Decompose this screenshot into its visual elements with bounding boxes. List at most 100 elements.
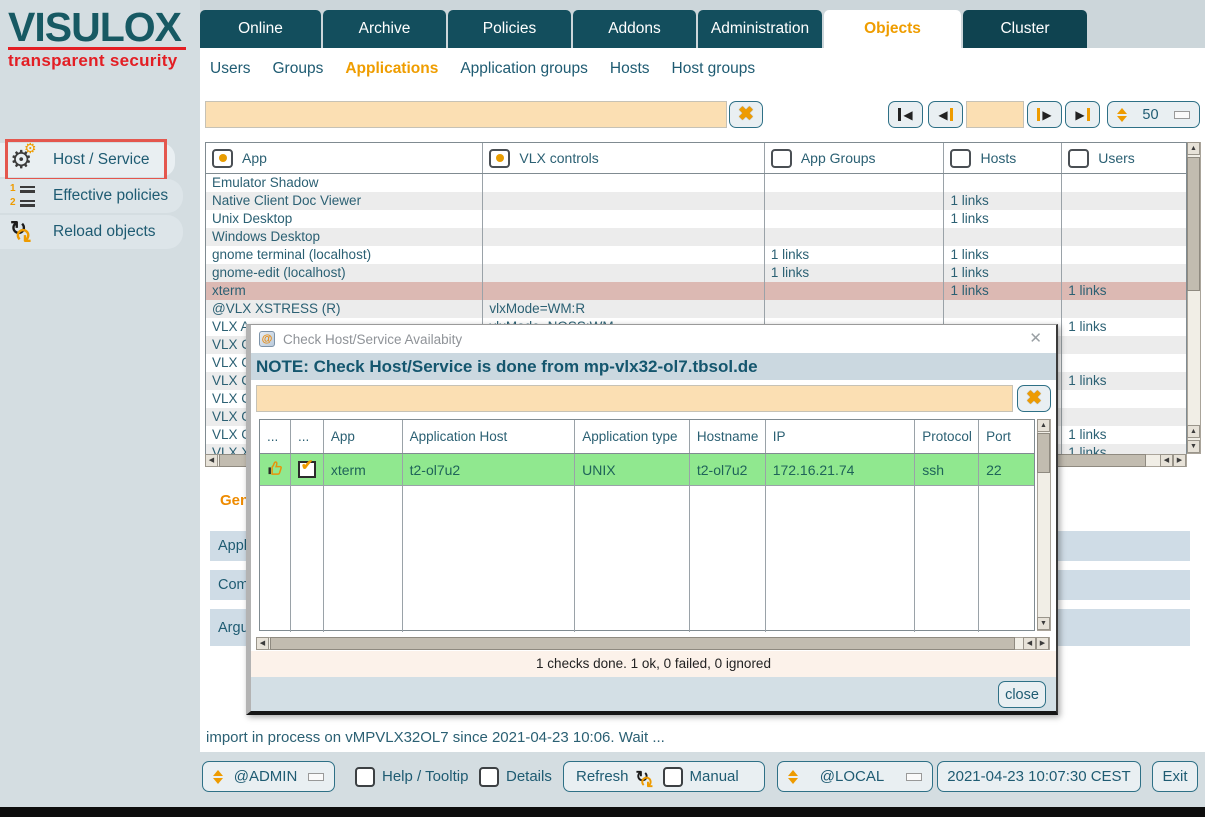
scroll-left-button[interactable]: ◀: [256, 637, 269, 650]
cell-hosts[interactable]: 1 links: [944, 246, 1062, 264]
availability-result-row[interactable]: ✔xtermt2-ol7u2UNIXt2-ol7u2172.16.21.74ss…: [260, 454, 1034, 486]
column-header-vlx-controls[interactable]: VLX controls: [483, 143, 764, 173]
subnav-item-host-groups[interactable]: Host groups: [672, 60, 756, 78]
subnav-item-users[interactable]: Users: [210, 60, 250, 78]
cell-hosts[interactable]: 1 links: [944, 282, 1062, 300]
filled-column-toggle-icon[interactable]: [212, 149, 233, 168]
tab-policies[interactable]: Policies: [448, 10, 571, 48]
tab-addons[interactable]: Addons: [573, 10, 696, 48]
sidebar-item-host-service[interactable]: ⚙⚙Host / Service: [0, 143, 175, 177]
resize-handle-icon: [308, 773, 324, 781]
subnav-item-hosts[interactable]: Hosts: [610, 60, 650, 78]
manual-checkbox[interactable]: [663, 767, 683, 787]
local-scope-select[interactable]: @LOCAL: [777, 761, 933, 792]
scroll-right-button[interactable]: ▶: [1036, 637, 1049, 650]
scroll-down-button[interactable]: ▼: [1037, 617, 1050, 630]
column-label: Users: [1098, 150, 1135, 166]
page-size-select[interactable]: 50: [1107, 101, 1200, 128]
prev-page-button[interactable]: ◀: [928, 101, 963, 128]
scroll-up-button[interactable]: ▲: [1187, 142, 1200, 155]
tab-administration[interactable]: Administration: [698, 10, 822, 48]
tab-online[interactable]: Online: [200, 10, 321, 48]
cell-users[interactable]: 1 links: [1062, 444, 1186, 454]
subnav-item-applications[interactable]: Applications: [345, 60, 438, 78]
table-row[interactable]: xterm1 links1 links: [206, 282, 1186, 300]
tab-cluster[interactable]: Cluster: [963, 10, 1087, 48]
column-header-hosts[interactable]: Hosts: [944, 143, 1062, 173]
table-row[interactable]: Emulator Shadow: [206, 174, 1186, 192]
subnav-item-groups[interactable]: Groups: [272, 60, 323, 78]
dialog-clear-search-button[interactable]: ✖: [1017, 385, 1051, 412]
scroll-left-button[interactable]: ◀: [205, 454, 218, 467]
next-page-button[interactable]: ▶: [1027, 101, 1062, 128]
page-number-input[interactable]: [966, 101, 1024, 128]
dialog-horizontal-scrollbar[interactable]: ◀◀▶: [256, 637, 1050, 650]
table-row[interactable]: gnome terminal (localhost)1 links1 links: [206, 246, 1186, 264]
filled-column-toggle-icon[interactable]: [489, 149, 510, 168]
search-input[interactable]: [205, 101, 727, 128]
table-row[interactable]: Native Client Doc Viewer1 links: [206, 192, 1186, 210]
dialog-search-input[interactable]: [256, 385, 1013, 412]
help-tooltip-checkbox[interactable]: [355, 767, 375, 787]
details-checkbox[interactable]: [479, 767, 499, 787]
dialog-column-header-sel1: ...: [291, 420, 324, 453]
cell-users[interactable]: 1 links: [1062, 426, 1186, 444]
sidebar-item-reload-objects[interactable]: ↻↻Reload objects: [0, 215, 183, 249]
column-header-app-groups[interactable]: App Groups: [765, 143, 945, 173]
scroll-left-button[interactable]: ◀: [1023, 637, 1036, 650]
admin-user-select[interactable]: @ADMIN: [202, 761, 335, 792]
cell-groups[interactable]: 1 links: [765, 264, 945, 282]
table-row[interactable]: gnome-edit (localhost)1 links1 links: [206, 264, 1186, 282]
cell-users[interactable]: 1 links: [1062, 372, 1186, 390]
scroll-left-button[interactable]: ◀: [1160, 454, 1173, 467]
tab-archive[interactable]: Archive: [323, 10, 446, 48]
empty-column-toggle-icon[interactable]: [771, 149, 792, 168]
cell-vlx: [483, 210, 764, 228]
scrollbar-thumb[interactable]: [1037, 433, 1050, 473]
dialog-titlebar[interactable]: @ Check Host/Service Availabity ✕: [251, 325, 1056, 353]
column-header-users[interactable]: Users: [1062, 143, 1186, 173]
first-page-button[interactable]: ◀: [888, 101, 923, 128]
cell-users[interactable]: 1 links: [1062, 318, 1186, 336]
scrollbar-thumb[interactable]: [270, 637, 1015, 650]
cell-groups[interactable]: 1 links: [765, 246, 945, 264]
table-row[interactable]: @VLX XSTRESS (R)vlxMode=WM:R: [206, 300, 1186, 318]
clear-search-button[interactable]: ✖: [729, 101, 763, 128]
scroll-up-button[interactable]: ▲: [1187, 425, 1200, 438]
timestamp-button[interactable]: 2021-04-23 10:07:30 CEST: [937, 761, 1141, 792]
thumb-up-icon: [267, 460, 283, 479]
cell-users[interactable]: 1 links: [1062, 282, 1186, 300]
subnav-item-application-groups[interactable]: Application groups: [460, 60, 588, 78]
dialog-close-button[interactable]: close: [998, 681, 1046, 708]
cell-hosts[interactable]: 1 links: [944, 264, 1062, 282]
cell-hosts[interactable]: 1 links: [944, 210, 1062, 228]
last-page-button[interactable]: ▶: [1065, 101, 1100, 128]
exit-button[interactable]: Exit: [1152, 761, 1198, 792]
sidebar-item-effective-policies[interactable]: 12Effective policies: [0, 179, 183, 213]
check-availability-dialog: @ Check Host/Service Availabity ✕ NOTE: …: [246, 324, 1058, 715]
scroll-right-button[interactable]: ▶: [1173, 454, 1186, 467]
table-vertical-scrollbar[interactable]: ▲ ▲ ▼: [1187, 142, 1201, 454]
table-row[interactable]: Unix Desktop1 links: [206, 210, 1186, 228]
cell-ip: 172.16.21.74: [766, 454, 916, 485]
help-tooltip-toggle[interactable]: Help / Tooltip: [355, 761, 468, 792]
empty-column-toggle-icon[interactable]: [950, 149, 971, 168]
cell-users: [1062, 300, 1186, 318]
table-row[interactable]: Windows Desktop: [206, 228, 1186, 246]
empty-cell: [915, 486, 979, 632]
bar-icon: [898, 108, 901, 121]
left-arrow-icon: ◀: [938, 109, 947, 121]
scroll-down-button[interactable]: ▼: [1187, 440, 1200, 453]
local-scope-value: @LOCAL: [820, 768, 884, 785]
empty-column-toggle-icon[interactable]: [1068, 149, 1089, 168]
dialog-vertical-scrollbar[interactable]: ▲▼: [1037, 419, 1051, 631]
details-toggle[interactable]: Details: [479, 761, 552, 792]
cell-hosts[interactable]: 1 links: [944, 192, 1062, 210]
dialog-close-icon[interactable]: ✕: [1029, 331, 1042, 346]
scroll-up-button[interactable]: ▲: [1037, 419, 1050, 432]
refresh-button[interactable]: Refresh ↻↻ Manual: [563, 761, 765, 792]
help-tooltip-label: Help / Tooltip: [382, 768, 468, 785]
tab-objects[interactable]: Objects: [824, 10, 961, 48]
column-header-app[interactable]: App: [206, 143, 483, 173]
scrollbar-thumb[interactable]: [1187, 157, 1200, 291]
